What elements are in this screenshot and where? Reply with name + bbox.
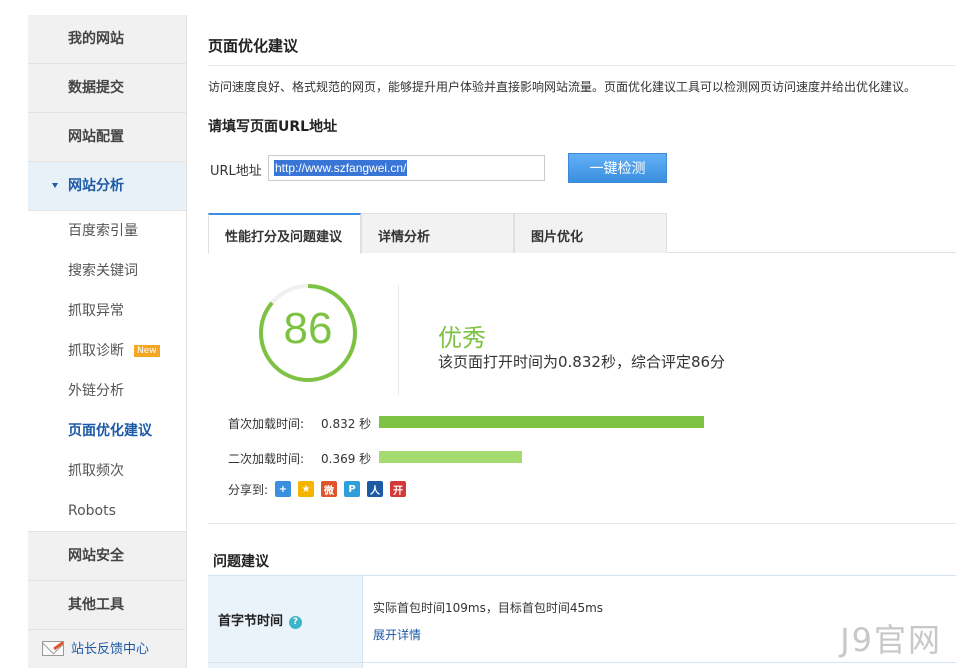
check-button[interactable]: 一键检测 [568,153,667,183]
expand-details-link[interactable]: 展开详情 [373,626,421,643]
page-title: 页面优化建议 [208,37,299,55]
sidebar-sub-backlinks[interactable]: 外链分析 [28,371,186,411]
divider [208,662,956,663]
sidebar-item-label: 抓取诊断 [68,343,124,359]
renren-icon[interactable]: 人 [367,481,383,497]
tab-image-optimization[interactable]: 图片优化 [514,213,667,253]
score-value: 86 [283,304,333,353]
divider [208,65,956,66]
second-load-bar [379,451,522,463]
second-load-label: 二次加载时间: [228,452,305,466]
caret-down-icon [52,183,58,188]
url-input-value: http://www.szfangwei.cn/ [274,160,408,176]
watermark: J9官网 [840,621,942,659]
sidebar-item-site-config[interactable]: 网站配置 [28,113,186,162]
score-summary: 该页面打开时间为0.832秒，综合评定86分 [438,353,726,371]
share-label: 分享到: [228,483,269,497]
sidebar-sub-crawl-diagnosis[interactable]: 抓取诊断 New [28,331,186,371]
sidebar-item-data-submit[interactable]: 数据提交 [28,64,186,113]
sidebar-item-other-tools[interactable]: 其他工具 [28,581,186,630]
mail-icon [42,641,64,656]
sidebar-sub-list: 百度索引量 搜索关键词 抓取异常 抓取诊断 New 外链分析 页面优化建议 抓取频… [28,211,186,532]
new-badge: New [134,345,160,357]
sidebar-sub-baidu-index[interactable]: 百度索引量 [28,211,186,251]
sidebar-feedback-link[interactable]: 站长反馈中心 [28,630,186,668]
tencent-weibo-icon[interactable]: P [344,481,360,497]
url-heading: 请填写页面URL地址 [208,119,338,135]
first-load-value: 0.832 秒 [321,417,372,431]
url-label: URL地址 [210,164,262,179]
divider [208,523,956,524]
issues-title: 问题建议 [213,554,269,570]
sidebar-sub-search-keywords[interactable]: 搜索关键词 [28,251,186,291]
sidebar-item-site-security[interactable]: 网站安全 [28,532,186,581]
score-grade: 优秀 [438,324,486,352]
qzone-icon[interactable]: ★ [298,481,314,497]
second-load-value: 0.369 秒 [321,452,372,466]
sidebar-sub-crawl-errors[interactable]: 抓取异常 [28,291,186,331]
sidebar-sub-crawl-frequency[interactable]: 抓取频次 [28,451,186,491]
tab-detail-analysis[interactable]: 详情分析 [361,213,514,253]
issue-description: 实际首包时间109ms，目标首包时间45ms [373,601,604,615]
sidebar-sub-robots[interactable]: Robots [28,491,186,531]
weibo-icon[interactable]: 微 [321,481,337,497]
sidebar-item-site-analysis[interactable]: 网站分析 [28,162,186,211]
issue-name-cell: 首字节时间? [208,576,363,668]
feedback-label: 站长反馈中心 [71,642,150,657]
help-icon[interactable]: ? [289,616,303,629]
intro-text: 访问速度良好、格式规范的网页，能够提升用户体验并直接影响网站流量。页面优化建议工… [208,80,917,94]
first-load-bar [379,416,704,428]
sidebar-item-label: 网站分析 [68,178,124,194]
share-icons: + ★ 微 P 人开 [275,481,406,497]
sidebar: 我的网站 数据提交 网站配置 网站分析 百度索引量 搜索关键词 抓取异常 抓取诊… [28,15,187,668]
sidebar-sub-page-optimization[interactable]: 页面优化建议 [28,411,186,451]
sidebar-item-my-site[interactable]: 我的网站 [28,15,186,64]
kaixin-icon[interactable]: 开 [390,481,406,497]
share-plus-icon[interactable]: + [275,481,291,497]
issue-name: 首字节时间 [218,614,284,629]
first-load-label: 首次加载时间: [228,417,305,431]
url-input[interactable]: http://www.szfangwei.cn/ [268,155,545,181]
vertical-divider [398,285,399,395]
tab-performance-score[interactable]: 性能打分及问题建议 [208,213,361,254]
tab-bar: 性能打分及问题建议 详情分析 图片优化 [208,213,956,254]
